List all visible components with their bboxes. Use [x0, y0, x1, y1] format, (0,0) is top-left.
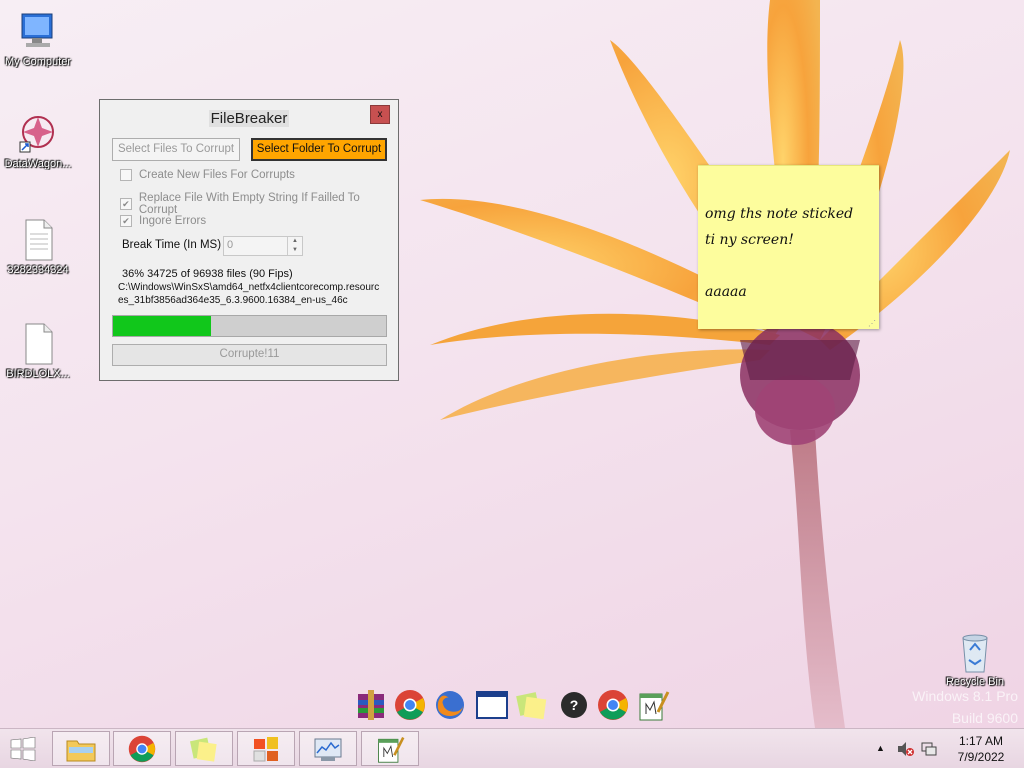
- watermark-edition: Windows 8.1 Pro: [912, 688, 1018, 704]
- desktop-icon-recycle-bin[interactable]: Recycle Bin: [937, 630, 1013, 688]
- sticky-notes-icon[interactable]: [515, 688, 549, 722]
- windows-watermark: Windows 8.1 Pro Build 9600: [912, 685, 1018, 729]
- help-icon[interactable]: ?: [557, 688, 591, 722]
- ignore-errors-checkbox[interactable]: ✔ Ingore Errors: [120, 215, 206, 227]
- file-icon: [25, 323, 53, 365]
- break-time-value: 0: [227, 239, 234, 251]
- chrome-icon[interactable]: [393, 688, 427, 722]
- desktop-icon-label: BIRDLOLX...: [6, 368, 70, 380]
- file-icon: [25, 219, 53, 261]
- window-title: FileBreaker: [100, 110, 398, 127]
- taskbar-clock[interactable]: 1:17 AM 7/9/2022: [950, 733, 1012, 765]
- start-button[interactable]: [10, 737, 36, 761]
- taskbar-windows-app[interactable]: [237, 731, 295, 766]
- taskbar-notepad[interactable]: [361, 731, 419, 766]
- resize-grip-icon[interactable]: ⋰: [868, 319, 876, 328]
- notepad-icon: [378, 736, 405, 763]
- create-new-files-checkbox[interactable]: Create New Files For Corrupts: [120, 169, 295, 181]
- filebreaker-window: FileBreaker x Select Files To Corrupt Se…: [99, 99, 399, 381]
- chrome-icon: [128, 735, 156, 762]
- checkbox-label: Replace File With Empty String If Faille…: [138, 192, 360, 216]
- sticky-note[interactable]: omg ths note sticked ti ny screen! aaaaa…: [698, 165, 879, 329]
- computer-icon: [21, 13, 53, 47]
- select-folder-button[interactable]: Select Folder To Corrupt: [251, 138, 387, 161]
- resource-monitor-icon: [314, 738, 342, 761]
- svg-text:?: ?: [570, 697, 579, 713]
- break-time-label: Break Time (In MS): [122, 239, 222, 251]
- desktop-icon-file-3282334324[interactable]: 3282334324: [0, 218, 76, 276]
- taskbar-chrome[interactable]: [113, 731, 171, 766]
- progress-status-text: 36% 34725 of 96938 files (90 Fips): [122, 268, 293, 280]
- spin-up-icon[interactable]: ▲: [288, 237, 302, 246]
- desktop-icon-birdlolx[interactable]: BIRDLOLX...: [0, 322, 76, 380]
- current-file-path: C:\Windows\WinSxS\amd64_netfx4clientcore…: [118, 282, 380, 306]
- checkbox-icon: [120, 169, 132, 181]
- spinner[interactable]: ▲ ▼: [287, 237, 302, 255]
- replace-empty-string-checkbox[interactable]: ✔ Replace File With Empty String If Fail…: [120, 192, 398, 216]
- taskbar-file-explorer[interactable]: [52, 731, 110, 766]
- checkmark-icon: ✔: [120, 215, 132, 227]
- file-explorer-icon: [66, 740, 96, 761]
- taskbar: ▲ 1:17 AM 7/9/2022: [0, 728, 1024, 768]
- notepad-icon[interactable]: [636, 688, 670, 722]
- desktop-icon-my-computer[interactable]: My Computer: [0, 10, 76, 68]
- corrupt-button[interactable]: Corrupte!11: [112, 344, 387, 366]
- window-title-text: FileBreaker: [208, 110, 290, 127]
- window-icon[interactable]: [475, 688, 509, 722]
- watermark-build: Build 9600: [951, 710, 1018, 726]
- taskbar-resource-monitor[interactable]: [299, 731, 357, 766]
- checkmark-icon: ✔: [120, 198, 132, 210]
- show-hidden-icons-icon[interactable]: ▲: [876, 743, 885, 753]
- close-button[interactable]: x: [370, 105, 390, 124]
- volume-muted-icon[interactable]: [897, 741, 915, 757]
- rar-icon[interactable]: [354, 688, 388, 722]
- windows-flag-icon: [253, 736, 278, 761]
- break-time-stepper[interactable]: 0 ▲ ▼: [223, 236, 303, 256]
- taskbar-sticky-notes[interactable]: [175, 731, 233, 766]
- select-files-button[interactable]: Select Files To Corrupt: [112, 138, 240, 161]
- chrome-icon[interactable]: [596, 688, 630, 722]
- desktop-icon-label: My Computer: [4, 56, 72, 68]
- desktop-icon-label: 3282334324: [7, 264, 69, 276]
- shortcut-icon: [19, 116, 54, 153]
- progress-bar-fill: [113, 316, 212, 336]
- firefox-icon[interactable]: [433, 688, 467, 722]
- progress-bar: [112, 315, 387, 337]
- recycle-bin-icon: [962, 634, 988, 673]
- spin-down-icon[interactable]: ▼: [288, 246, 302, 255]
- sticky-notes-icon: [190, 737, 217, 762]
- clock-time: 1:17 AM: [958, 734, 1004, 748]
- checkbox-label: Create New Files For Corrupts: [139, 169, 295, 181]
- checkbox-label: Ingore Errors: [139, 215, 207, 227]
- desktop-icon-datawagon[interactable]: DataWagon...: [0, 112, 76, 170]
- network-icon[interactable]: [920, 741, 938, 757]
- clock-date: 7/9/2022: [957, 750, 1005, 764]
- sticky-note-text[interactable]: omg ths note sticked ti ny screen! aaaaa: [705, 201, 873, 305]
- desktop-icon-label: DataWagon...: [4, 158, 72, 170]
